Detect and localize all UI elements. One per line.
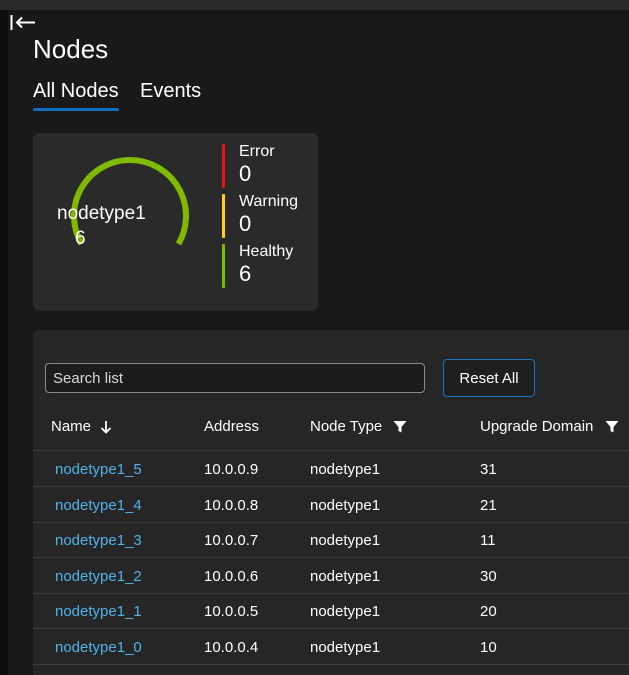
stat-warning-value: 0 (239, 211, 252, 236)
node-upgrade-domain: 20 (480, 603, 497, 620)
node-address: 10.0.0.9 (204, 461, 259, 478)
node-upgrade-domain: 31 (480, 461, 497, 478)
stat-error-label: Error (239, 143, 275, 160)
column-header-upgrade-domain[interactable]: Upgrade Domain (480, 418, 620, 435)
stat-warning-label: Warning (239, 193, 298, 210)
ring-total-count: 6 (75, 228, 86, 249)
node-address: 10.0.0.8 (204, 497, 259, 514)
column-header-node-type-label: Node Type (310, 418, 383, 435)
table-row[interactable]: nodetype1_0 10.0.0.4 nodetype1 10 (33, 629, 629, 664)
node-upgrade-domain: 11 (480, 532, 496, 549)
node-name-link[interactable]: nodetype1_3 (55, 532, 142, 549)
error-indicator-bar (222, 144, 225, 188)
tab-all-nodes[interactable]: All Nodes (33, 80, 119, 111)
column-header-upgrade-domain-label: Upgrade Domain (480, 418, 594, 435)
node-type: nodetype1 (310, 532, 381, 549)
node-upgrade-domain: 21 (480, 497, 497, 514)
page-title: Nodes (33, 34, 109, 64)
column-header-address-label: Address (204, 418, 260, 435)
top-bar (0, 0, 629, 10)
node-type: nodetype1 (310, 461, 381, 478)
table-row[interactable]: nodetype1_3 10.0.0.7 nodetype1 11 (33, 522, 629, 557)
node-name-link[interactable]: nodetype1_2 (55, 568, 142, 585)
row-divider (33, 664, 629, 665)
collapse-sidebar-button[interactable] (9, 12, 37, 34)
sort-descending-icon (101, 421, 112, 434)
node-health-summary-card: nodetype1 6 Error 0 Warning 0 Healthy 6 (33, 133, 318, 311)
column-header-address[interactable]: Address (204, 418, 259, 435)
stat-healthy-value: 6 (239, 261, 252, 286)
tab-events[interactable]: Events (140, 80, 201, 103)
collapse-left-icon (10, 15, 35, 30)
node-upgrade-domain: 10 (480, 639, 497, 656)
node-name-link[interactable]: nodetype1_5 (55, 461, 142, 478)
table-row[interactable]: nodetype1_4 10.0.0.8 nodetype1 21 (33, 487, 629, 522)
table-row[interactable]: nodetype1_2 10.0.0.6 nodetype1 30 (33, 558, 629, 593)
node-name-link[interactable]: nodetype1_0 (55, 639, 142, 656)
node-name-link[interactable]: nodetype1_1 (55, 603, 142, 620)
warning-indicator-bar (222, 194, 225, 238)
table-row[interactable]: nodetype1_1 10.0.0.5 nodetype1 20 (33, 593, 629, 628)
node-address: 10.0.0.4 (204, 639, 259, 656)
reset-all-button[interactable]: Reset All (443, 359, 535, 397)
node-name-link[interactable]: nodetype1_4 (55, 497, 142, 514)
nodes-list-panel: Reset All Name Address Node Type Upgrade… (33, 330, 629, 675)
node-type: nodetype1 (310, 568, 381, 585)
column-header-name-label: Name (51, 418, 92, 435)
filter-icon[interactable] (604, 419, 620, 435)
ring-node-type-label: nodetype1 (57, 203, 146, 224)
stat-error-value: 0 (239, 161, 252, 186)
node-address: 10.0.0.7 (204, 532, 259, 549)
node-address: 10.0.0.6 (204, 568, 259, 585)
healthy-indicator-bar (222, 244, 225, 288)
filter-icon[interactable] (392, 419, 408, 435)
node-upgrade-domain: 30 (480, 568, 497, 585)
node-address: 10.0.0.5 (204, 603, 259, 620)
node-type: nodetype1 (310, 639, 381, 656)
column-header-name[interactable]: Name (51, 418, 113, 435)
node-type: nodetype1 (310, 497, 381, 514)
left-nav-strip (0, 10, 8, 675)
search-input[interactable] (45, 363, 425, 393)
stat-healthy-label: Healthy (239, 243, 294, 260)
column-header-node-type[interactable]: Node Type (310, 418, 408, 435)
node-type: nodetype1 (310, 603, 381, 620)
table-row[interactable]: nodetype1_5 10.0.0.9 nodetype1 31 (33, 451, 629, 486)
